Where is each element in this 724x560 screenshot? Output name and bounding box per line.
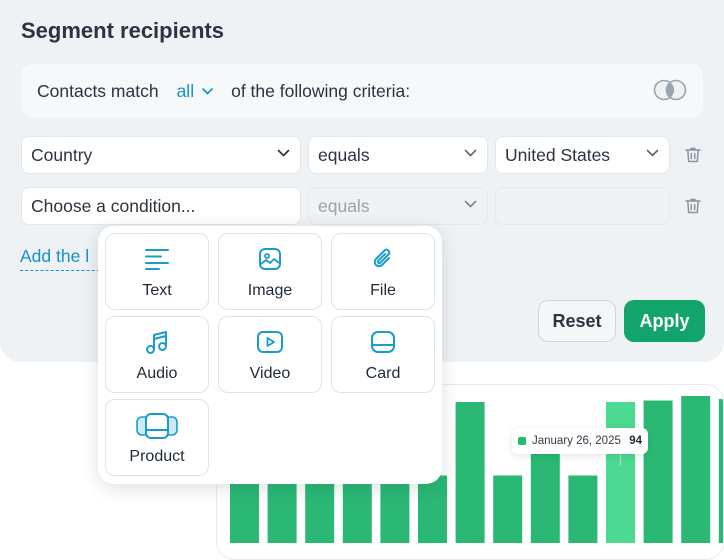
criteria-bar: Contacts match all of the following crit… — [21, 64, 703, 118]
tooltip-value: 94 — [629, 435, 642, 447]
condition-field-select[interactable]: Country — [21, 136, 301, 174]
chart-bar[interactable] — [305, 475, 335, 544]
menu-item-label: File — [370, 282, 396, 299]
chevron-down-icon — [464, 200, 477, 208]
menu-item-label: Text — [142, 282, 172, 299]
chart-bar[interactable] — [455, 402, 485, 543]
image-icon — [259, 248, 281, 270]
menu-item-label: Audio — [136, 365, 178, 382]
chart-bar[interactable] — [568, 475, 598, 544]
page-title: Segment recipients — [21, 18, 224, 43]
chart-bar[interactable] — [718, 399, 724, 543]
value-text: United States — [505, 144, 611, 165]
menu-item-label: Card — [365, 365, 401, 382]
trash-icon[interactable] — [684, 146, 702, 164]
operator-select[interactable]: equals — [308, 136, 488, 174]
menu-item-image[interactable]: Image — [218, 233, 322, 310]
chart-bar[interactable] — [342, 475, 372, 544]
chart-bar[interactable] — [681, 396, 711, 543]
operator-value: equals — [318, 144, 370, 165]
operator-value: equals — [318, 195, 370, 216]
menu-item-text[interactable]: Text — [105, 233, 209, 310]
tooltip-date: January 26, 2025 — [532, 435, 621, 447]
chart-bar[interactable] — [418, 475, 447, 544]
match-select[interactable]: all — [177, 81, 214, 102]
menu-item-audio[interactable]: Audio — [105, 316, 209, 393]
operator-select-disabled: equals — [308, 187, 488, 225]
criteria-prefix: Contacts match — [37, 80, 159, 101]
tooltip-series-dot — [518, 437, 526, 445]
condition-field-value: Country — [31, 144, 93, 165]
music-note-icon — [146, 331, 167, 354]
menu-item-product[interactable]: Product — [105, 399, 209, 476]
chevron-down-icon — [646, 149, 659, 157]
menu-item-label: Video — [249, 365, 291, 382]
card-icon — [371, 331, 395, 353]
chart-bar[interactable] — [267, 475, 297, 544]
play-icon — [257, 331, 283, 353]
criteria-suffix: of the following criteria: — [231, 80, 411, 101]
chart-bar[interactable] — [380, 475, 410, 544]
text-align-icon — [145, 249, 169, 270]
chevron-down-icon — [464, 149, 477, 157]
chevron-down-icon — [202, 87, 213, 94]
menu-item-label: Image — [247, 282, 293, 299]
chevron-down-icon — [277, 149, 290, 157]
trash-icon[interactable] — [684, 197, 702, 215]
paperclip-icon — [373, 248, 391, 268]
condition-placeholder: Choose a condition... — [31, 195, 196, 216]
logic-toggle-icon[interactable] — [653, 79, 687, 101]
menu-item-card[interactable]: Card — [331, 316, 435, 393]
chart-bar[interactable] — [230, 475, 259, 544]
apply-button[interactable]: Apply — [624, 300, 705, 342]
condition-field-select[interactable]: Choose a condition... — [21, 187, 301, 225]
chart-bar[interactable] — [493, 475, 523, 544]
match-value: all — [176, 80, 195, 101]
menu-item-video[interactable]: Video — [218, 316, 322, 393]
content-type-menu: Text Image File Audio Video Card Product — [98, 226, 442, 484]
reset-button[interactable]: Reset — [538, 300, 616, 342]
chart-bar[interactable] — [643, 400, 673, 544]
chart-tooltip: January 26, 2025 94 — [512, 428, 648, 454]
value-input-disabled — [495, 187, 670, 225]
menu-item-file[interactable]: File — [331, 233, 435, 310]
menu-item-label: Product — [129, 448, 185, 465]
add-condition-link[interactable]: Add the l — [20, 246, 110, 271]
chart-bar[interactable] — [606, 402, 635, 543]
carousel-icon — [136, 413, 178, 439]
value-select[interactable]: United States — [495, 136, 670, 174]
